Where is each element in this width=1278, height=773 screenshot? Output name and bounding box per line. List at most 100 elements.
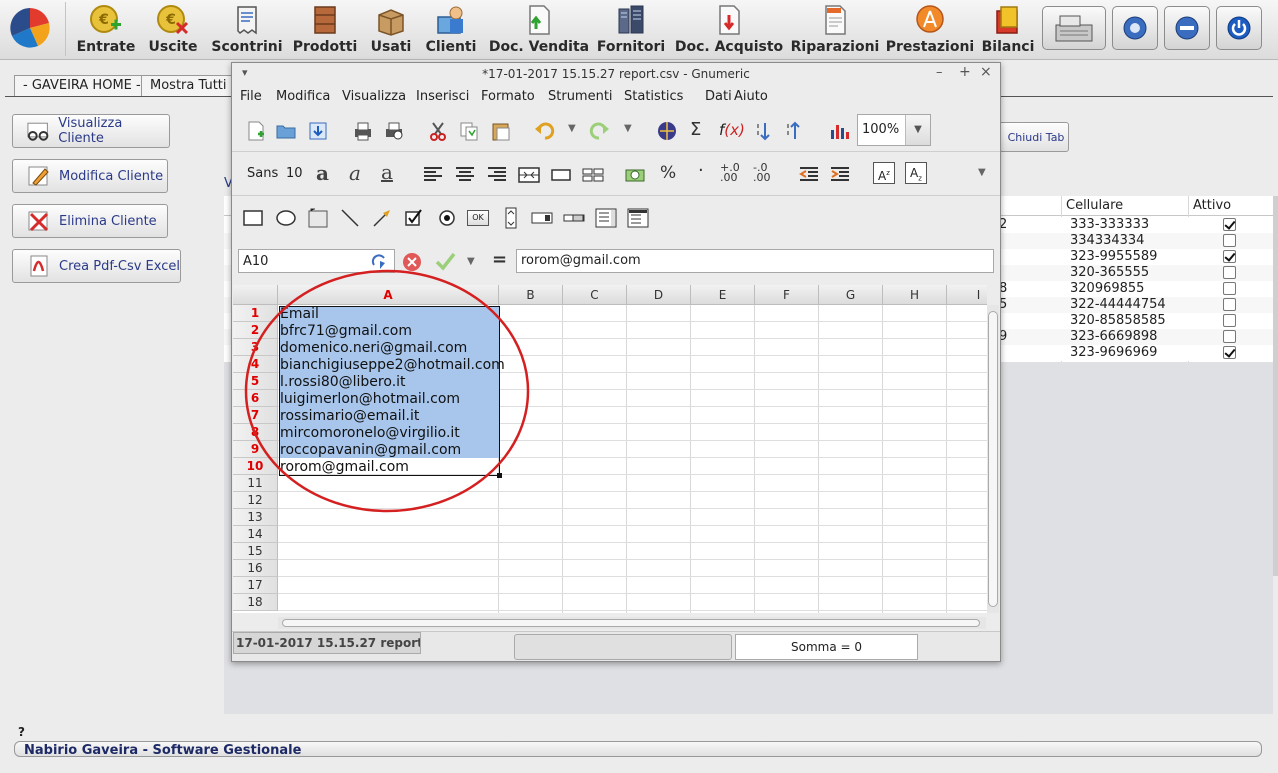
menu-visualizza[interactable]: Visualizza [342, 89, 406, 104]
new-file-icon[interactable] [245, 120, 267, 142]
toolbar-entrate[interactable]: € Entrate [75, 0, 137, 58]
checkbox-icon[interactable] [403, 207, 425, 229]
radio-button-icon[interactable] [436, 207, 458, 229]
cash-register-button[interactable] [1042, 6, 1106, 50]
column-header-c[interactable]: C [563, 285, 627, 305]
column-header-active[interactable]: Attivo [1193, 198, 1231, 213]
window-minimize-icon[interactable]: – [936, 65, 943, 80]
toolbar-prestazioni[interactable]: Prestazioni [886, 0, 974, 58]
active-checkbox[interactable] [1223, 346, 1236, 359]
formula-input[interactable]: rorom@gmail.com [516, 249, 994, 273]
function-icon[interactable]: f(x) [719, 121, 745, 139]
undo-icon[interactable] [534, 120, 556, 142]
font-size-selector[interactable]: 10 [286, 166, 303, 181]
close-tab-button[interactable]: Chiudi Tab [995, 122, 1069, 152]
delete-client-button[interactable]: Elimina Cliente [12, 204, 168, 238]
toolbar-doc-vendita[interactable]: Doc. Vendita [489, 0, 589, 58]
active-checkbox[interactable] [1223, 234, 1236, 247]
print-preview-icon[interactable] [383, 120, 405, 142]
listbox-icon[interactable] [595, 207, 617, 229]
hyperlink-icon[interactable] [656, 120, 678, 142]
redo-dropdown-icon[interactable]: ▼ [624, 123, 632, 134]
column-header-d[interactable]: D [627, 285, 691, 305]
column-header-e[interactable]: E [691, 285, 755, 305]
menu-formato[interactable]: Formato [481, 89, 535, 104]
ellipse-icon[interactable] [275, 207, 297, 229]
print-icon[interactable] [352, 120, 374, 142]
menu-dati[interactable]: Dati [705, 89, 732, 104]
edit-client-button[interactable]: Modifica Cliente [12, 159, 168, 193]
toolbar-overflow-icon[interactable]: ▼ [978, 167, 986, 178]
toolbar-prodotti[interactable]: Prodotti [292, 0, 358, 58]
row-header-14[interactable]: 14 [233, 526, 278, 543]
tab-show-all[interactable]: Mostra Tutti C [141, 75, 233, 97]
sort-ascending-icon[interactable] [754, 120, 776, 142]
paste-icon[interactable] [490, 120, 512, 142]
toolbar-scontrini[interactable]: Scontrini [210, 0, 284, 58]
underline-icon[interactable]: a [381, 160, 393, 184]
zoom-dropdown-icon[interactable]: ▼ [905, 115, 930, 145]
increase-indent-icon[interactable] [829, 164, 851, 186]
open-folder-icon[interactable] [275, 120, 297, 142]
menu-strumenti[interactable]: Strumenti [548, 89, 613, 104]
column-header-i[interactable]: I [947, 285, 987, 305]
menu-file[interactable]: File [240, 89, 262, 104]
help-question-mark[interactable]: ? [18, 725, 25, 739]
increase-decimals-icon[interactable]: +.0.00 [720, 162, 740, 183]
horizontal-scrollbar[interactable] [278, 617, 986, 629]
sort-descending-icon[interactable] [784, 120, 806, 142]
active-checkbox[interactable] [1223, 250, 1236, 263]
spinbutton-icon[interactable] [500, 207, 522, 229]
combo-icon[interactable] [627, 207, 649, 229]
sum-icon[interactable]: Σ [690, 119, 701, 140]
italic-icon[interactable]: a [349, 161, 361, 185]
active-checkbox[interactable] [1223, 298, 1236, 311]
toolbar-riparazioni[interactable]: Riparazioni [790, 0, 880, 58]
row-header-18[interactable]: 18 [233, 594, 278, 611]
power-button[interactable] [1216, 6, 1262, 50]
line-icon[interactable] [339, 207, 361, 229]
button-widget-icon[interactable]: OK [467, 210, 489, 226]
menu-inserisci[interactable]: Inserisci [416, 89, 469, 104]
settings-button[interactable] [1112, 6, 1158, 50]
subscript-icon[interactable]: Az [905, 162, 927, 184]
menu-modifica[interactable]: Modifica [276, 89, 330, 104]
slider-icon[interactable] [563, 207, 585, 229]
row-header-17[interactable]: 17 [233, 577, 278, 594]
toolbar-usati[interactable]: Usati [366, 0, 416, 58]
toolbar-doc-acquisto[interactable]: Doc. Acquisto [675, 0, 783, 58]
arrow-icon[interactable] [371, 207, 393, 229]
active-checkbox[interactable] [1223, 218, 1236, 231]
cut-icon[interactable] [427, 120, 449, 142]
toolbar-fornitori[interactable]: Fornitori [596, 0, 666, 58]
row-header-15[interactable]: 15 [233, 543, 278, 560]
currency-icon[interactable] [624, 164, 646, 186]
column-header-mobile[interactable]: Cellulare [1066, 198, 1123, 213]
align-left-icon[interactable] [422, 164, 444, 186]
save-icon[interactable] [307, 120, 329, 142]
view-client-button[interactable]: Visualizza Cliente [12, 114, 170, 148]
window-maximize-icon[interactable]: + [959, 64, 971, 80]
active-checkbox[interactable] [1223, 282, 1236, 295]
decrease-decimals-icon[interactable]: -.0.00 [753, 162, 771, 183]
decrease-indent-icon[interactable] [798, 164, 820, 186]
vertical-scrollbar[interactable] [987, 305, 999, 613]
frame-icon[interactable] [307, 207, 329, 229]
rectangle-icon[interactable] [242, 207, 264, 229]
column-header-g[interactable]: G [819, 285, 883, 305]
font-name-selector[interactable]: Sans [247, 166, 278, 181]
window-menu-icon[interactable]: ▾ [242, 66, 248, 79]
redo-icon[interactable] [588, 120, 610, 142]
merge-cells-icon[interactable] [550, 164, 572, 186]
split-cells-icon[interactable] [582, 164, 604, 186]
undo-dropdown-icon[interactable]: ▼ [568, 123, 576, 134]
toolbar-uscite[interactable]: € Uscite [144, 0, 202, 58]
percent-icon[interactable]: % [660, 163, 676, 183]
merge-center-icon[interactable] [518, 164, 540, 186]
chart-icon[interactable] [828, 120, 850, 142]
window-close-icon[interactable]: × [980, 64, 992, 80]
toolbar-clienti[interactable]: Clienti [424, 0, 478, 58]
superscript-icon[interactable]: Az [873, 162, 895, 184]
active-checkbox[interactable] [1223, 266, 1236, 279]
active-checkbox[interactable] [1223, 330, 1236, 343]
